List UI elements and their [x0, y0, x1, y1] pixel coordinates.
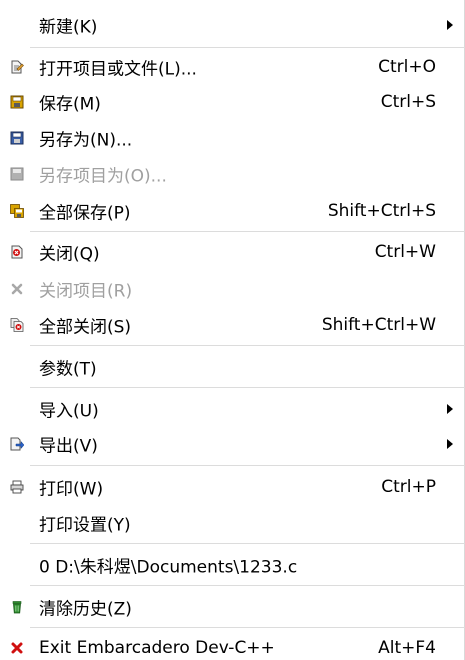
menu-item-shortcut: Ctrl+P [381, 477, 436, 497]
save-project-disk-icon [10, 167, 24, 181]
menu-item-shortcut: Ctrl+O [378, 57, 436, 77]
menu-item-label: 参数(T) [39, 359, 97, 380]
menu-item-close-all[interactable]: 全部关闭(S) Shift+Ctrl+W [0, 307, 465, 343]
menu-item-shortcut: Alt+F4 [378, 638, 436, 658]
menu-separator [30, 47, 465, 48]
menu-item-recent-file-0[interactable]: 0 D:\朱科煜\Documents\1233.c [0, 547, 465, 583]
menu-item-label: 打开项目或文件(L)... [39, 59, 197, 80]
menu-item-label: 导入(U) [39, 401, 99, 422]
menu-item-label: 清除历史(Z) [39, 599, 132, 620]
menu-item-label: 导出(V) [39, 436, 98, 457]
menu-item-label: 打印设置(Y) [39, 515, 131, 536]
menu-item-print[interactable]: 打印(W) Ctrl+P [0, 469, 465, 505]
menu-item-shortcut: Ctrl+W [374, 242, 436, 262]
menu-item-label: 全部关闭(S) [39, 317, 132, 338]
close-all-icon [10, 318, 24, 332]
menu-item-open[interactable]: 打开项目或文件(L)... Ctrl+O [0, 49, 465, 85]
menu-item-save-as[interactable]: 另存为(N)... [0, 120, 465, 156]
menu-separator [30, 627, 465, 628]
menu-item-new[interactable]: 新建(K) [0, 7, 465, 43]
menu-item-parameters[interactable]: 参数(T) [0, 349, 465, 385]
menu-item-label: 打印(W) [39, 479, 104, 500]
save-as-disk-icon [10, 131, 24, 145]
save-all-icon [10, 204, 24, 218]
printer-icon [10, 480, 24, 494]
menu-item-shortcut: Shift+Ctrl+W [321, 315, 436, 335]
file-menu: 新建(K) 打开项目或文件(L)... Ctrl+O 保存(M) Ctrl+S [0, 0, 465, 660]
close-file-icon [10, 245, 24, 259]
menu-item-close[interactable]: 关闭(Q) Ctrl+W [0, 234, 465, 270]
menu-item-shortcut: Shift+Ctrl+S [327, 201, 436, 221]
menu-item-label: Exit Embarcadero Dev-C++ [39, 638, 275, 658]
menu-item-label: 保存(M) [39, 94, 101, 115]
menu-item-import[interactable]: 导入(U) [0, 391, 465, 427]
menu-separator [30, 345, 465, 346]
save-disk-icon [10, 95, 24, 109]
exit-x-icon [10, 641, 24, 655]
menu-item-close-project: 关闭项目(R) [0, 271, 465, 307]
menu-item-print-setup[interactable]: 打印设置(Y) [0, 505, 465, 541]
menu-item-label: 新建(K) [39, 17, 98, 38]
menu-item-export[interactable]: 导出(V) [0, 426, 465, 462]
menu-item-label: 关闭项目(R) [39, 281, 133, 302]
open-file-icon [10, 60, 24, 74]
menu-item-label: 0 D:\朱科煜\Documents\1233.c [39, 557, 298, 578]
menu-item-save-project-as: 另存项目为(O)... [0, 156, 465, 192]
menu-item-label: 全部保存(P) [39, 203, 131, 224]
menu-separator [30, 387, 465, 388]
menu-item-label: 另存项目为(O)... [39, 166, 167, 187]
menu-separator [30, 231, 465, 232]
menu-item-label: 另存为(N)... [39, 130, 133, 151]
menu-item-label: 关闭(Q) [39, 244, 100, 265]
export-icon [10, 437, 24, 451]
menu-item-save-all[interactable]: 全部保存(P) Shift+Ctrl+S [0, 193, 465, 229]
menu-separator [30, 465, 465, 466]
menu-separator [30, 585, 465, 586]
menu-item-clear-history[interactable]: 清除历史(Z) [0, 589, 465, 625]
trash-can-icon [10, 600, 24, 614]
submenu-arrow-icon [447, 404, 453, 414]
menu-item-save[interactable]: 保存(M) Ctrl+S [0, 84, 465, 120]
menu-separator [30, 543, 465, 544]
close-project-icon [10, 282, 24, 296]
menu-item-exit[interactable]: Exit Embarcadero Dev-C++ Alt+F4 [0, 630, 465, 660]
submenu-arrow-icon [447, 439, 453, 449]
menu-item-shortcut: Ctrl+S [380, 92, 436, 112]
submenu-arrow-icon [447, 20, 453, 30]
